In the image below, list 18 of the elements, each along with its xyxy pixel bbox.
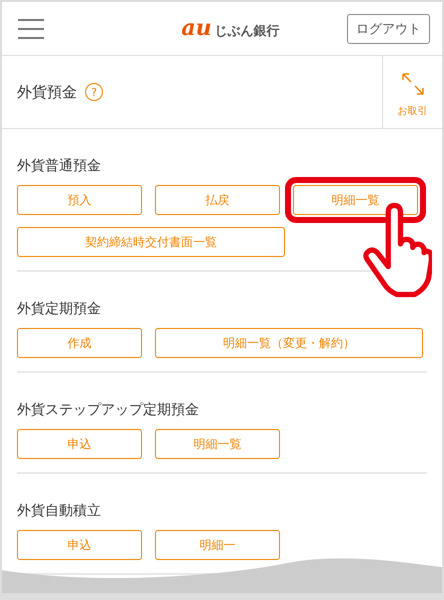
logo-mark: au bbox=[181, 17, 212, 39]
expand-arrows-icon bbox=[400, 72, 424, 96]
action-button[interactable]: 申込 bbox=[17, 429, 142, 459]
logout-button[interactable]: ログアウト bbox=[347, 14, 430, 44]
action-button[interactable]: 作成 bbox=[17, 328, 142, 358]
help-icon[interactable]: ? bbox=[85, 83, 103, 101]
action-button[interactable]: 預入 bbox=[17, 185, 142, 215]
action-button[interactable]: 明細一覧（変更・解約） bbox=[155, 328, 423, 358]
section-title: 外貨ステップアップ定期預金 bbox=[17, 401, 200, 419]
section-title: 外貨普通預金 bbox=[17, 157, 102, 175]
menu-icon[interactable] bbox=[18, 18, 44, 40]
section-title: 外貨自動積立 bbox=[17, 502, 102, 520]
page-title: 外貨預金 bbox=[17, 82, 77, 102]
action-button[interactable]: 払戻 bbox=[155, 185, 280, 215]
logo-text: じぶん銀行 bbox=[214, 23, 280, 40]
section-title: 外貨定期預金 bbox=[17, 300, 102, 318]
action-button[interactable]: 契約締結時交付書面一覧 bbox=[17, 227, 285, 257]
action-button[interactable]: 明細一覧 bbox=[155, 429, 280, 459]
